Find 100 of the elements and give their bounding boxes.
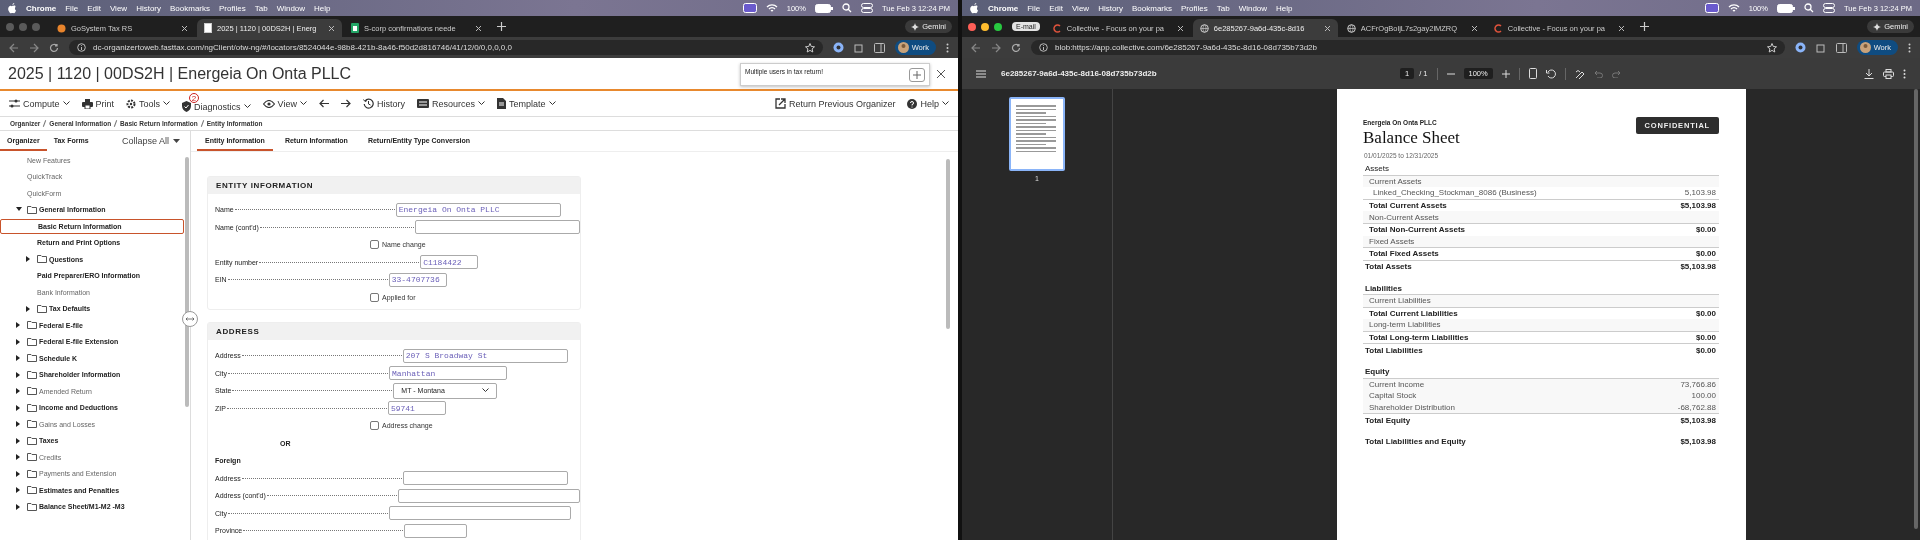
zoom-in-icon[interactable]	[1501, 69, 1510, 78]
control-center-icon[interactable]	[1822, 3, 1835, 13]
wifi-icon[interactable]	[1727, 3, 1740, 13]
input-field[interactable]	[389, 506, 572, 521]
search-icon[interactable]	[1803, 3, 1814, 13]
redo-icon[interactable]	[1611, 69, 1621, 78]
more-icon[interactable]	[1903, 68, 1906, 79]
input-field[interactable]: Energeia On Onta PLLC	[395, 202, 561, 217]
menu-item[interactable]: View	[109, 3, 128, 13]
undo-icon[interactable]	[1593, 69, 1603, 78]
toolbar-button[interactable]: 2 Diagnostics	[179, 93, 254, 114]
more-icon[interactable]	[1908, 42, 1911, 53]
collapsed-arrow-icon[interactable]	[16, 470, 21, 477]
annotate-icon[interactable]	[1574, 68, 1585, 79]
input-field[interactable]: 59741	[387, 401, 446, 416]
sidebar-icon[interactable]	[1835, 42, 1847, 53]
input-field[interactable]: C1184422	[420, 255, 479, 270]
forward-icon[interactable]	[991, 42, 1001, 53]
wifi-icon[interactable]	[765, 3, 778, 13]
close-icon[interactable]	[475, 24, 482, 32]
menu-item[interactable]: Tab	[254, 3, 268, 13]
toolbar-button[interactable]: Print	[78, 96, 118, 111]
toolbar-button[interactable]: View	[259, 96, 310, 111]
forward-icon[interactable]	[29, 42, 39, 53]
reload-icon[interactable]	[49, 42, 59, 53]
apple-icon[interactable]	[8, 2, 17, 14]
reload-icon[interactable]	[1011, 42, 1021, 53]
toolbar-button[interactable]: Tools	[123, 96, 174, 111]
new-tab-icon[interactable]	[1639, 22, 1649, 31]
status-icon[interactable]	[742, 3, 757, 13]
input-field[interactable]: 207 S Broadway St	[402, 348, 568, 363]
menu-item[interactable]: View	[1071, 3, 1090, 13]
address-bar[interactable]: dc-organizertoweb.fasttax.com/ngClient/otw-ng/#/locators/8524044e-98b8-421b-8a46-f50d2d816746/41/12/0/0,0,0,0,0	[69, 40, 823, 55]
resize-handle[interactable]	[182, 311, 198, 327]
toolbar-button[interactable]: Compute	[6, 96, 73, 111]
back-icon[interactable]	[971, 42, 981, 53]
toolbar-button[interactable]: History	[359, 96, 408, 111]
toolbar-button[interactable]: Help	[904, 96, 952, 111]
input-field[interactable]	[398, 488, 580, 503]
menu-item[interactable]: Chrome	[988, 3, 1019, 13]
close-icon[interactable]	[181, 24, 188, 32]
apple-icon[interactable]	[970, 2, 979, 14]
add-button[interactable]	[909, 68, 925, 82]
more-icon[interactable]	[946, 42, 949, 53]
download-icon[interactable]	[1864, 68, 1874, 79]
menu-item[interactable]: Chrome	[26, 3, 57, 13]
search-icon[interactable]	[841, 3, 852, 13]
close-icon[interactable]	[1617, 24, 1625, 32]
menu-item[interactable]: Help	[1276, 3, 1293, 13]
collapsed-arrow-icon[interactable]	[26, 256, 31, 263]
site-info-icon[interactable]	[1039, 43, 1048, 52]
page-thumbnail[interactable]	[1009, 97, 1065, 171]
close-icon[interactable]	[328, 24, 335, 32]
input-field[interactable]: Manhattan	[389, 366, 508, 381]
collapsed-arrow-icon[interactable]	[16, 338, 21, 345]
close-icon[interactable]	[1470, 24, 1478, 32]
window-controls[interactable]	[968, 22, 1002, 31]
close-icon[interactable]	[1176, 24, 1184, 32]
menu-item[interactable]: Help	[314, 3, 331, 13]
collapsed-arrow-icon[interactable]	[16, 388, 21, 395]
close-icon[interactable]	[936, 69, 946, 79]
toolbar-button[interactable]: Resources	[413, 96, 488, 111]
extension-icon[interactable]	[1794, 42, 1806, 53]
menu-item[interactable]: Profiles	[219, 3, 246, 13]
printer-icon[interactable]	[1883, 68, 1894, 79]
collapsed-arrow-icon[interactable]	[16, 454, 21, 461]
site-info-icon[interactable]	[77, 43, 86, 52]
menu-item[interactable]: File	[1027, 3, 1041, 13]
menu-item[interactable]: File	[65, 3, 79, 13]
expanded-arrow-icon[interactable]	[16, 207, 22, 213]
menu-item[interactable]: Window	[276, 3, 306, 13]
collapsed-arrow-icon[interactable]	[16, 404, 21, 411]
collapsed-arrow-icon[interactable]	[16, 437, 21, 444]
menu-item[interactable]: Bookmarks	[170, 3, 211, 13]
input-field[interactable]	[404, 523, 468, 538]
collapsed-arrow-icon[interactable]	[16, 355, 21, 362]
sidebar-icon[interactable]	[873, 42, 885, 53]
collapsed-arrow-icon[interactable]	[16, 503, 21, 510]
menu-item[interactable]: Edit	[1049, 3, 1063, 13]
star-icon[interactable]	[1766, 42, 1777, 53]
close-icon[interactable]	[1323, 24, 1331, 32]
menu-item[interactable]: Bookmarks	[1132, 3, 1173, 13]
rotate-icon[interactable]	[1545, 68, 1556, 79]
toolbar-button[interactable]: Return Previous Organizer	[771, 96, 899, 111]
menu-icon[interactable]	[976, 69, 986, 78]
control-center-icon[interactable]	[860, 3, 873, 13]
collapsed-arrow-icon[interactable]	[16, 371, 21, 378]
menu-item[interactable]: History	[1098, 3, 1123, 13]
new-tab-icon[interactable]	[497, 22, 506, 31]
collapsed-arrow-icon[interactable]	[16, 487, 21, 494]
address-bar[interactable]: blob:https://app.collective.com/6e285267-9a6d-435c-8d16-08d735b73d2b	[1031, 40, 1785, 55]
star-icon[interactable]	[804, 42, 815, 53]
collapse-all-button[interactable]: Collapse All	[115, 131, 186, 151]
fit-page-icon[interactable]	[1528, 68, 1537, 79]
input-field[interactable]	[415, 220, 580, 235]
toolbar-button[interactable]: Template	[494, 96, 559, 111]
collapsed-arrow-icon[interactable]	[16, 322, 21, 329]
input-field[interactable]	[402, 471, 568, 486]
back-icon[interactable]	[9, 42, 19, 53]
input-field[interactable]: 33-4707736	[388, 272, 447, 287]
